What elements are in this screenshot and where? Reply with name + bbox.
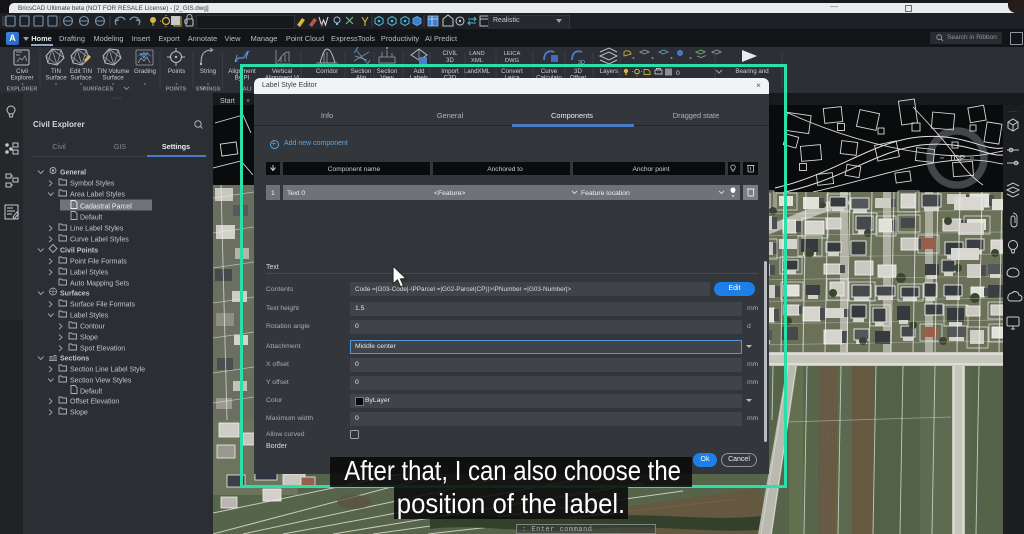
svg-text:Points: Points [168,68,185,75]
svg-text:Section View Styles: Section View Styles [70,378,132,385]
svg-text:Civil: Civil [52,142,66,151]
svg-text:Point File Formats: Point File Formats [70,259,127,266]
svg-text:Contour: Contour [80,324,106,331]
svg-text:Civil Explorer: Civil Explorer [33,120,85,129]
svg-text:Text 0: Text 0 [287,190,305,197]
svg-text:Area Label Styles: Area Label Styles [70,192,125,199]
svg-text:Slope: Slope [80,335,98,342]
svg-text:Anchor point: Anchor point [632,166,669,173]
svg-text:Default: Default [80,389,102,396]
svg-text:Surface File Formats: Surface File Formats [70,302,135,309]
svg-text:Spot Elevation: Spot Elevation [80,346,125,353]
svg-text:Label Styles: Label Styles [70,313,109,320]
svg-text:<Feature>: <Feature> [434,190,465,197]
svg-text:Anchored to: Anchored to [487,166,523,173]
svg-text:Civil Points: Civil Points [60,248,98,255]
svg-text:Grading: Grading [134,68,157,75]
svg-text:Component name: Component name [328,166,381,173]
svg-text:Curve Label Styles: Curve Label Styles [70,237,129,244]
svg-text:Offset Elevation: Offset Elevation [70,399,119,406]
svg-text:····: ···· [1009,109,1017,115]
svg-text:Default: Default [80,215,102,222]
svg-text:Start: Start [220,98,235,105]
svg-text:LAND: LAND [469,51,484,57]
svg-text:Surface: Surface [45,75,67,82]
svg-text:Surface: Surface [102,75,124,82]
svg-text:Line Label Styles: Line Label Styles [70,226,124,233]
svg-text:Surfaces: Surfaces [60,291,90,298]
svg-text:Cadastral Parcel: Cadastral Parcel [80,204,132,211]
svg-text:TOP: TOP [949,154,965,163]
svg-text:String: String [200,68,217,75]
svg-text:Label Styles: Label Styles [70,270,109,277]
svg-text:Symbol Styles: Symbol Styles [70,181,115,188]
svg-text:POINTS: POINTS [166,87,187,93]
svg-text:Auto Mapping Sets: Auto Mapping Sets [70,281,130,288]
svg-text:Surface: Surface [70,75,92,82]
svg-text:Slope: Slope [70,410,88,417]
svg-text:General: General [60,170,86,177]
svg-text:1: 1 [271,190,275,197]
svg-text:Sections: Sections [60,356,89,363]
svg-text:····: ···· [112,95,121,102]
svg-text:STRINGS: STRINGS [196,87,221,93]
svg-text:Feature location: Feature location [581,190,630,197]
svg-text:Section Line Label Style: Section Line Label Style [70,367,145,374]
svg-text:CIVIL: CIVIL [442,51,458,57]
svg-text:Settings: Settings [162,142,190,151]
svg-text:SURFACES: SURFACES [83,87,114,93]
svg-text:EXPLORER: EXPLORER [7,87,38,93]
svg-text:LEICA: LEICA [504,51,521,57]
svg-text:GIS: GIS [114,142,127,151]
svg-text:Explorer: Explorer [10,75,33,82]
